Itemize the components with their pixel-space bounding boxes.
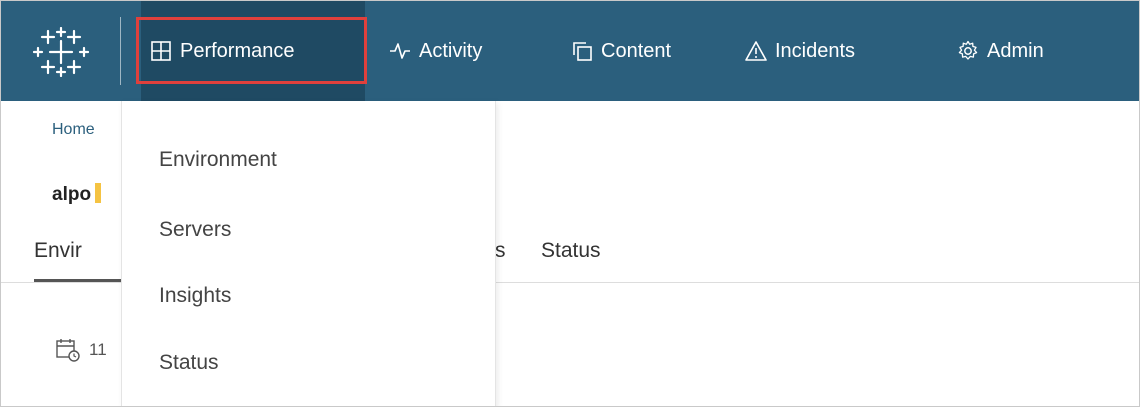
breadcrumb-home-link[interactable]: Home (52, 121, 95, 138)
gear-icon (957, 40, 979, 62)
nav-activity[interactable]: Activity (389, 1, 482, 101)
nav-admin[interactable]: Admin (957, 1, 1044, 101)
tab-insights[interactable]: s (495, 239, 506, 263)
nav-performance[interactable]: Performance (141, 1, 365, 101)
nav-incidents-label: Incidents (775, 39, 856, 62)
menu-item-servers[interactable]: Servers (159, 218, 231, 242)
top-navigation-bar: Performance Activity Content Incidents A (1, 1, 1139, 101)
warning-icon (745, 40, 767, 62)
tab-status[interactable]: Status (541, 239, 601, 263)
grid-icon (150, 40, 172, 62)
nav-divider (120, 17, 121, 85)
status-indicator (95, 183, 102, 203)
app-window: Performance Activity Content Incidents A (0, 0, 1140, 407)
copy-icon (571, 40, 593, 62)
site-name: alpo (52, 184, 92, 205)
nav-performance-label: Performance (180, 39, 295, 62)
date-range-row[interactable]: 11 (55, 337, 107, 363)
breadcrumb: Home (52, 121, 95, 139)
pulse-icon (389, 40, 411, 62)
performance-dropdown-menu: Environment Servers Insights Status (121, 101, 496, 406)
menu-item-status[interactable]: Status (159, 351, 219, 375)
date-range-text: 11 (89, 340, 107, 359)
calendar-clock-icon (55, 337, 81, 363)
tab-environment[interactable]: Envir (34, 239, 82, 263)
nav-content[interactable]: Content (571, 1, 671, 101)
menu-item-insights[interactable]: Insights (159, 284, 231, 308)
nav-admin-label: Admin (987, 39, 1044, 62)
page-title: alpo (52, 183, 102, 206)
menu-item-environment[interactable]: Environment (159, 148, 277, 172)
nav-activity-label: Activity (419, 39, 483, 62)
nav-incidents[interactable]: Incidents (745, 1, 855, 101)
nav-content-label: Content (601, 39, 672, 62)
tableau-logo[interactable] (33, 27, 89, 77)
